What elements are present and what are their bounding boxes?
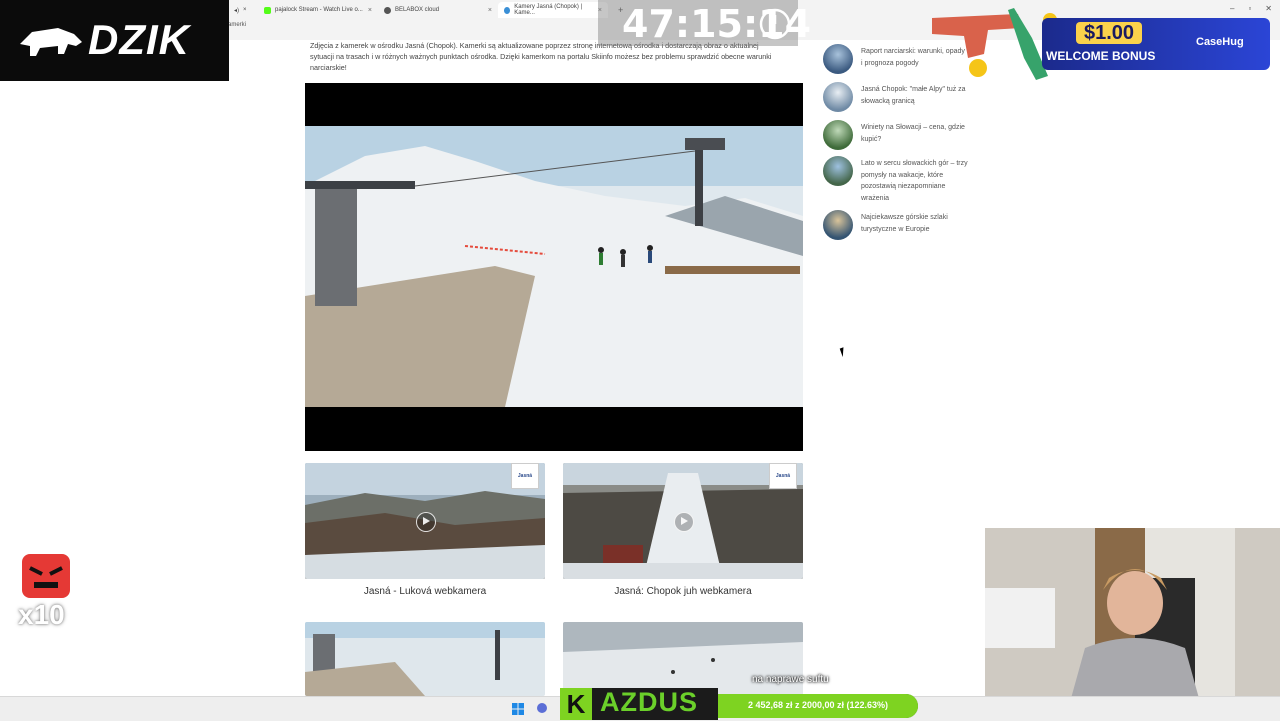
- webcam-title[interactable]: Jasná - Luková webkamera: [305, 586, 545, 597]
- article-thumbnail: [823, 44, 853, 74]
- play-icon[interactable]: [416, 512, 436, 532]
- multiplier-badge: x10: [18, 552, 74, 632]
- goal-progress-text: 2 452,68 zł z 2000,00 zł (122.63%): [747, 700, 889, 710]
- streamer-camera-feed: [985, 528, 1280, 720]
- tab-kamery-jasna[interactable]: Kamery Jasná (Chopok) | Kame... ×: [498, 2, 608, 18]
- ski-lift-image: [305, 622, 545, 696]
- speaker-icon[interactable]: ◂): [234, 7, 239, 14]
- stream-subtitle: na naprawe suftu: [752, 674, 829, 685]
- article-thumbnail: [823, 156, 853, 186]
- tab-close-icon[interactable]: ×: [368, 7, 372, 14]
- goal-channel-name: AZDUS: [600, 687, 698, 717]
- angry-face-icon: [22, 554, 70, 598]
- sidebar-article-item[interactable]: Winiety na Słowacji – cena, gdzie kupić?: [823, 120, 968, 150]
- article-thumbnail: [823, 82, 853, 112]
- donation-goal-bar: 2 452,68 zł z 2000,00 zł (122.63%): [718, 694, 918, 718]
- webcam-thumbnail-lift[interactable]: [305, 622, 545, 696]
- address-text: amerki: [228, 22, 247, 28]
- search-icon[interactable]: [536, 702, 548, 714]
- streamer-webcam: [985, 528, 1280, 720]
- stream-timer: 47:15:14: [598, 0, 811, 46]
- windows-start-icon[interactable]: [512, 703, 524, 715]
- webcam-title[interactable]: Jasná: Chopok juh webkamera: [563, 586, 803, 597]
- brand-wordmark: DZIK: [88, 16, 190, 63]
- tab-pajalock-stream[interactable]: pajalock Stream - Watch Live o... ×: [258, 2, 378, 18]
- webcam-thumbnail-chopok-juh[interactable]: Jasná: [563, 463, 803, 579]
- tab-belabox-cloud[interactable]: BELABOX cloud ×: [378, 2, 498, 18]
- stopwatch-icon: [759, 8, 791, 40]
- bonus-label: WELCOME BONUS: [1046, 49, 1156, 63]
- multiplier-text: x10: [18, 599, 65, 630]
- casehug-brand: CaseHug: [1196, 36, 1244, 48]
- kick-goal-widget: K AZDUS: [560, 687, 718, 720]
- jasna-logo: Jasná: [511, 463, 539, 489]
- sidebar-article-label[interactable]: Jasná Chopok: "małe Alpy" tuż za słowack…: [861, 82, 968, 112]
- skiinfo-favicon-icon: [504, 6, 511, 14]
- kick-logo-icon: K: [560, 688, 592, 720]
- dzik-logo-overlay: DZIK: [0, 0, 229, 81]
- globe-icon: [384, 6, 391, 14]
- kick-favicon-icon: [264, 6, 271, 14]
- sidebar-article-item[interactable]: Lato w sercu słowackich gór – trzy pomys…: [823, 156, 968, 204]
- sidebar-article-label[interactable]: Lato w sercu słowackich gór – trzy pomys…: [861, 156, 968, 204]
- sidebar-article-label[interactable]: Najciekawsze górskie szlaki turystyczne …: [861, 210, 968, 240]
- bonus-amount: $1.00: [1076, 22, 1143, 44]
- welcome-bonus-banner: $1.00 WELCOME BONUS CaseHug: [1042, 18, 1270, 70]
- webcam-thumbnail-lukova[interactable]: Jasná: [305, 463, 545, 579]
- article-thumbnail: [823, 120, 853, 150]
- tab-close-icon[interactable]: ×: [488, 7, 492, 14]
- boar-icon: [20, 28, 82, 56]
- ski-slope-webcam-image: [305, 126, 803, 407]
- sidebar-article-item[interactable]: Jasná Chopok: "małe Alpy" tuż za słowack…: [823, 82, 968, 112]
- webcam-video-player[interactable]: [305, 83, 803, 451]
- casehug-promo-overlay: $1.00 WELCOME BONUS CaseHug: [928, 8, 1274, 84]
- close-icon[interactable]: ×: [243, 7, 247, 13]
- article-thumbnail: [823, 210, 853, 240]
- tab-media-controls[interactable]: ◂) ×: [228, 2, 254, 18]
- pistol-and-knife-icon: [932, 8, 1057, 80]
- sidebar-article-label[interactable]: Winiety na Słowacji – cena, gdzie kupić?: [861, 120, 968, 150]
- sidebar-article-item[interactable]: Najciekawsze górskie szlaki turystyczne …: [823, 210, 968, 240]
- jasna-logo: Jasná: [769, 463, 797, 489]
- play-icon[interactable]: [674, 512, 694, 532]
